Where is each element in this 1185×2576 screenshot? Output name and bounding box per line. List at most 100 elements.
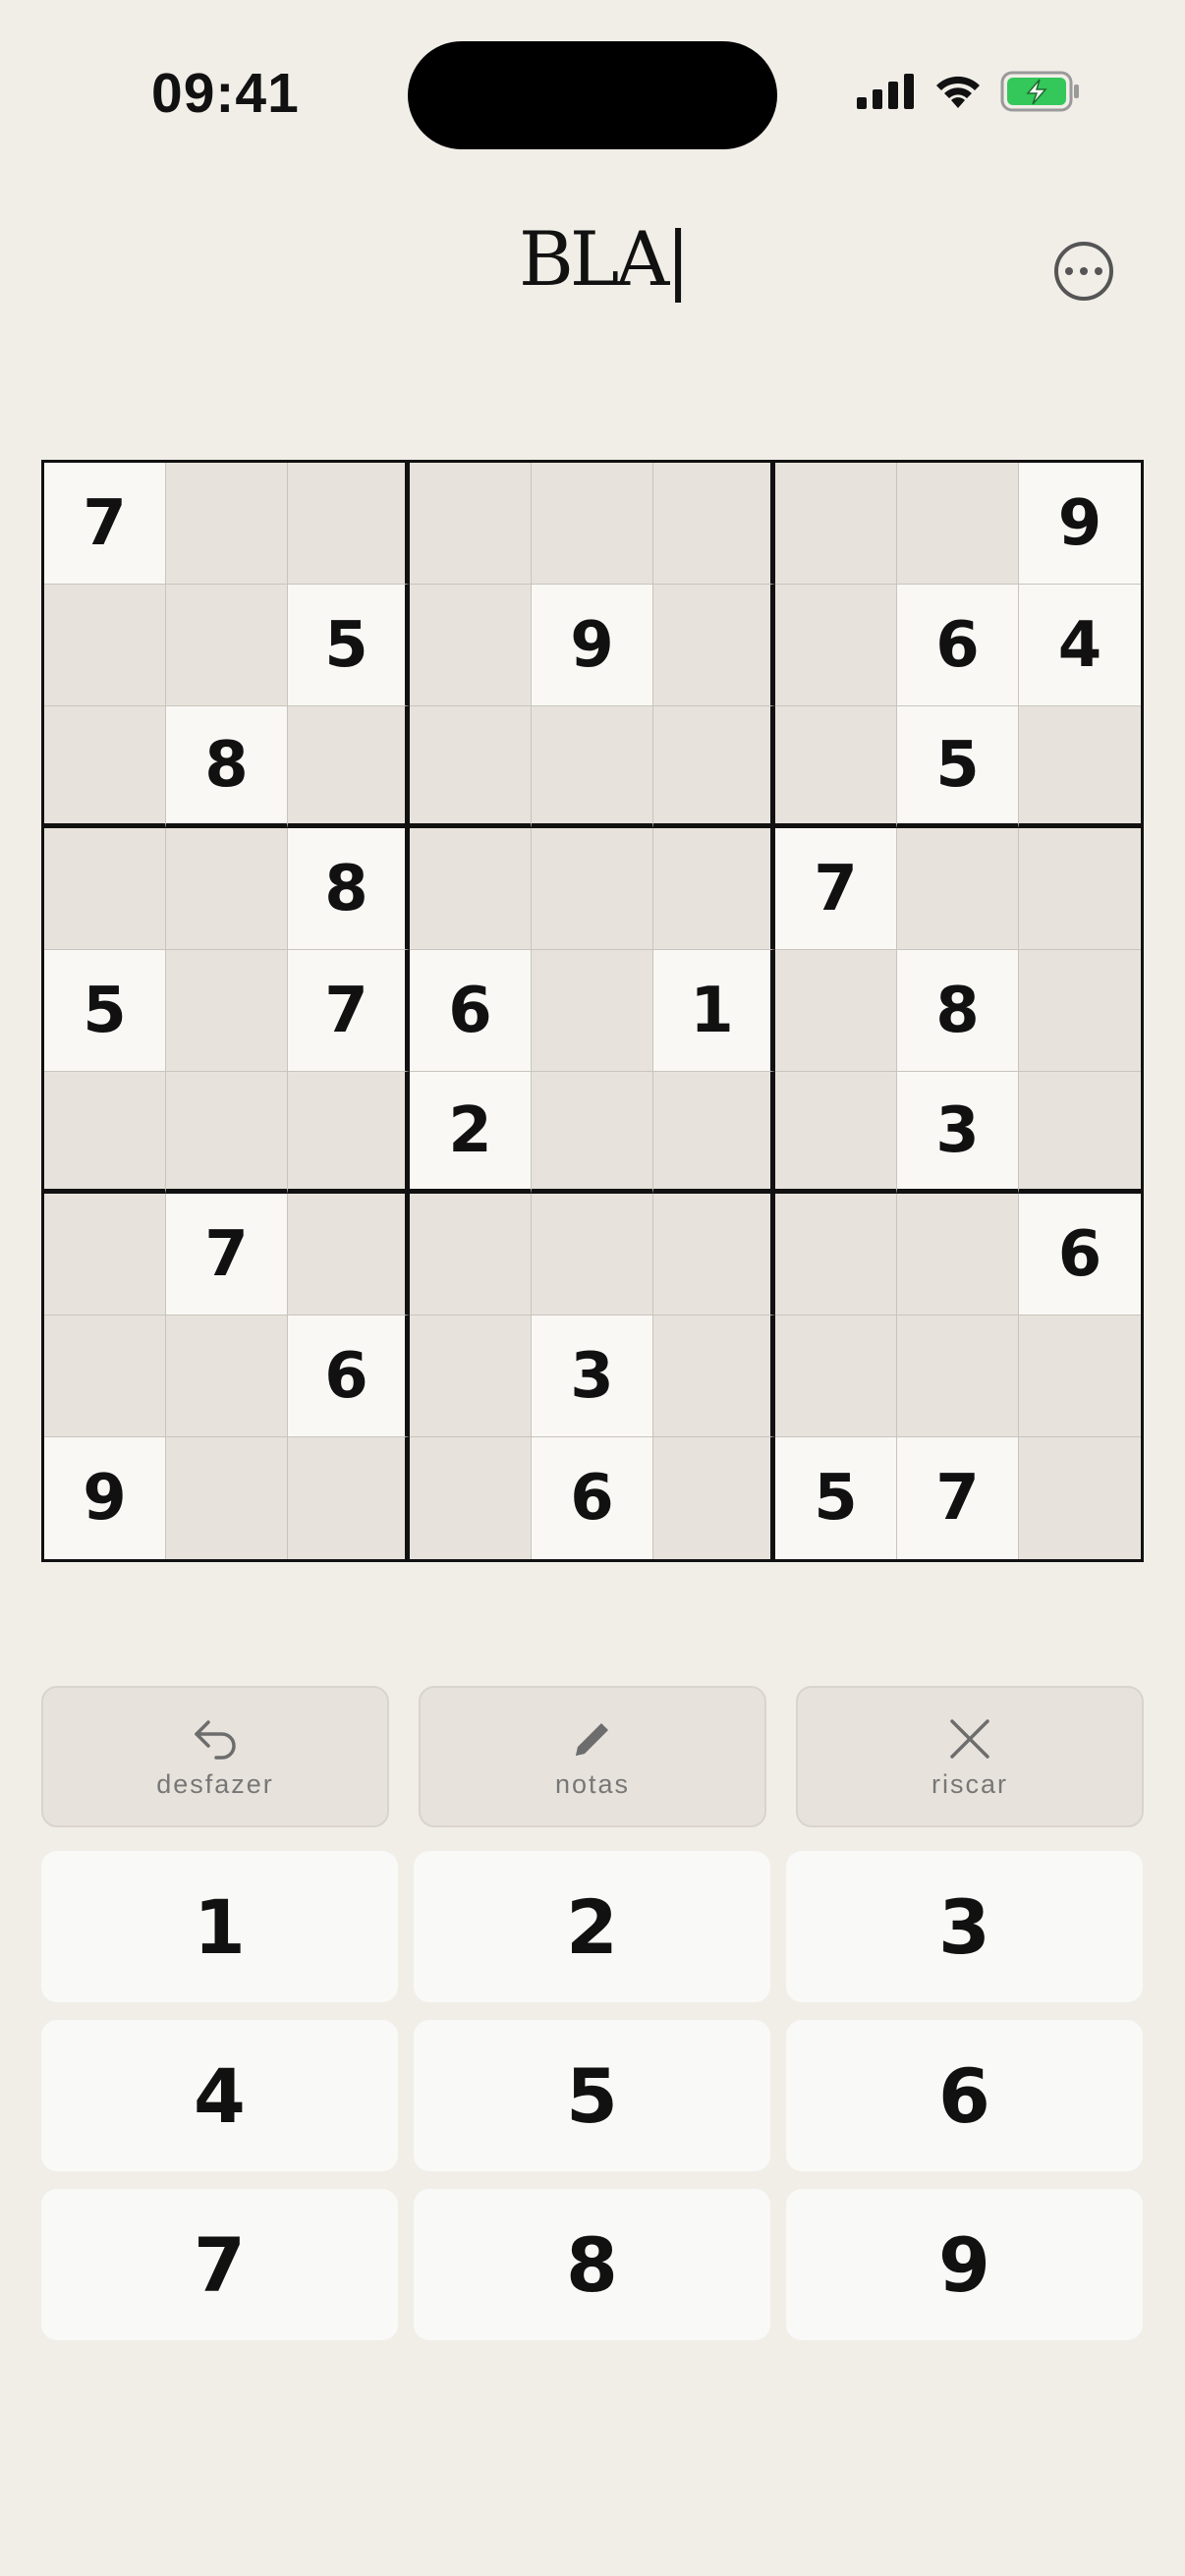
empty-cell[interactable] [1019, 1316, 1141, 1437]
key-1[interactable]: 1 [41, 1851, 398, 2002]
key-4[interactable]: 4 [41, 2020, 398, 2171]
key-6[interactable]: 6 [786, 2020, 1143, 2171]
empty-cell[interactable] [775, 585, 897, 706]
empty-cell[interactable] [288, 706, 410, 828]
sudoku-board: 7959648587576182376639657 [41, 460, 1144, 1562]
empty-cell[interactable] [166, 1316, 288, 1437]
empty-cell[interactable] [44, 706, 166, 828]
empty-cell[interactable] [166, 585, 288, 706]
erase-label: riscar [931, 1768, 1008, 1799]
tool-bar: desfazer notas riscar [41, 1686, 1144, 1827]
empty-cell[interactable] [410, 1437, 532, 1559]
dynamic-island [408, 41, 777, 149]
empty-cell[interactable] [775, 1072, 897, 1194]
empty-cell[interactable] [897, 828, 1019, 950]
given-cell[interactable]: 6 [532, 1437, 653, 1559]
empty-cell[interactable] [166, 1437, 288, 1559]
empty-cell[interactable] [897, 1316, 1019, 1437]
empty-cell[interactable] [775, 463, 897, 585]
given-cell[interactable]: 6 [288, 1316, 410, 1437]
given-cell[interactable]: 6 [1019, 1194, 1141, 1316]
empty-cell[interactable] [44, 828, 166, 950]
empty-cell[interactable] [775, 1194, 897, 1316]
empty-cell[interactable] [166, 950, 288, 1072]
notes-button[interactable]: notas [419, 1686, 766, 1827]
empty-cell[interactable] [653, 463, 775, 585]
empty-cell[interactable] [288, 1194, 410, 1316]
empty-cell[interactable] [897, 463, 1019, 585]
given-cell[interactable]: 7 [897, 1437, 1019, 1559]
empty-cell[interactable] [410, 1194, 532, 1316]
empty-cell[interactable] [532, 1194, 653, 1316]
given-cell[interactable]: 5 [775, 1437, 897, 1559]
key-8[interactable]: 8 [414, 2189, 770, 2340]
empty-cell[interactable] [410, 828, 532, 950]
empty-cell[interactable] [653, 828, 775, 950]
key-7[interactable]: 7 [41, 2189, 398, 2340]
more-dots-icon-end [1095, 267, 1102, 275]
empty-cell[interactable] [532, 828, 653, 950]
empty-cell[interactable] [653, 1437, 775, 1559]
empty-cell[interactable] [653, 1194, 775, 1316]
given-cell[interactable]: 7 [775, 828, 897, 950]
given-cell[interactable]: 9 [44, 1437, 166, 1559]
empty-cell[interactable] [44, 1194, 166, 1316]
empty-cell[interactable] [166, 463, 288, 585]
given-cell[interactable]: 1 [653, 950, 775, 1072]
given-cell[interactable]: 3 [897, 1072, 1019, 1194]
empty-cell[interactable] [410, 585, 532, 706]
given-cell[interactable]: 5 [288, 585, 410, 706]
empty-cell[interactable] [897, 1194, 1019, 1316]
empty-cell[interactable] [653, 585, 775, 706]
undo-button[interactable]: desfazer [41, 1686, 389, 1827]
empty-cell[interactable] [166, 828, 288, 950]
key-3[interactable]: 3 [786, 1851, 1143, 2002]
empty-cell[interactable] [288, 1437, 410, 1559]
empty-cell[interactable] [1019, 706, 1141, 828]
empty-cell[interactable] [653, 706, 775, 828]
given-cell[interactable]: 7 [288, 950, 410, 1072]
empty-cell[interactable] [775, 950, 897, 1072]
empty-cell[interactable] [775, 1316, 897, 1437]
empty-cell[interactable] [532, 706, 653, 828]
empty-cell[interactable] [44, 1072, 166, 1194]
empty-cell[interactable] [532, 950, 653, 1072]
key-2[interactable]: 2 [414, 1851, 770, 2002]
empty-cell[interactable] [410, 706, 532, 828]
empty-cell[interactable] [532, 1072, 653, 1194]
empty-cell[interactable] [653, 1072, 775, 1194]
key-5[interactable]: 5 [414, 2020, 770, 2171]
given-cell[interactable]: 5 [897, 706, 1019, 828]
erase-button[interactable]: riscar [796, 1686, 1144, 1827]
given-cell[interactable]: 3 [532, 1316, 653, 1437]
empty-cell[interactable] [1019, 1437, 1141, 1559]
empty-cell[interactable] [44, 1316, 166, 1437]
given-cell[interactable]: 5 [44, 950, 166, 1072]
empty-cell[interactable] [44, 585, 166, 706]
given-cell[interactable]: 8 [897, 950, 1019, 1072]
given-cell[interactable]: 9 [532, 585, 653, 706]
key-9[interactable]: 9 [786, 2189, 1143, 2340]
given-cell[interactable]: 8 [288, 828, 410, 950]
given-cell[interactable]: 7 [44, 463, 166, 585]
empty-cell[interactable] [775, 706, 897, 828]
given-cell[interactable]: 7 [166, 1194, 288, 1316]
empty-cell[interactable] [1019, 950, 1141, 1072]
given-cell[interactable]: 8 [166, 706, 288, 828]
empty-cell[interactable] [653, 1316, 775, 1437]
more-options-button[interactable] [1054, 242, 1113, 301]
empty-cell[interactable] [410, 1316, 532, 1437]
empty-cell[interactable] [410, 463, 532, 585]
notes-label: notas [554, 1768, 631, 1799]
given-cell[interactable]: 4 [1019, 585, 1141, 706]
empty-cell[interactable] [1019, 828, 1141, 950]
given-cell[interactable]: 9 [1019, 463, 1141, 585]
given-cell[interactable]: 6 [410, 950, 532, 1072]
given-cell[interactable]: 6 [897, 585, 1019, 706]
empty-cell[interactable] [1019, 1072, 1141, 1194]
given-cell[interactable]: 2 [410, 1072, 532, 1194]
empty-cell[interactable] [532, 463, 653, 585]
empty-cell[interactable] [288, 463, 410, 585]
empty-cell[interactable] [288, 1072, 410, 1194]
empty-cell[interactable] [166, 1072, 288, 1194]
